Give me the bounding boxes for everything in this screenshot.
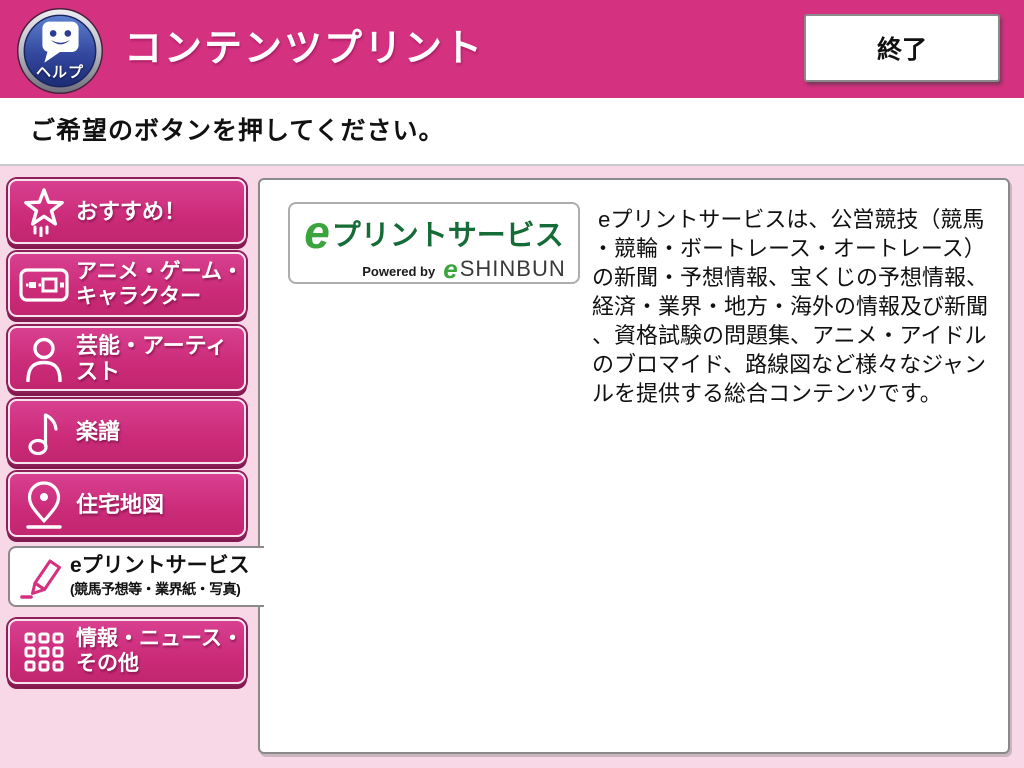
page-title: コンテンツプリント: [124, 0, 484, 98]
person-icon: [18, 336, 70, 382]
sidebar-item-info-news-other[interactable]: 情報・ニュース・ その他: [8, 619, 246, 684]
help-button[interactable]: ヘルプ: [16, 7, 104, 95]
star-icon: [18, 187, 70, 237]
logo-service-name: プリントサービス: [332, 222, 564, 251]
grid-icon: [18, 631, 70, 673]
sidebar-item-anime-game-character[interactable]: アニメ・ゲーム・ キャラクター: [8, 252, 246, 317]
sidebar-item-recommended[interactable]: おすすめ！: [8, 179, 246, 244]
sidebar-item-label: 情報・ニュース・ その他: [76, 627, 243, 675]
map-pin-icon: [18, 480, 70, 530]
pencil-icon: [16, 553, 66, 601]
sidebar-item-sublabel: (競馬予想等・業界紙・写真): [70, 579, 250, 599]
sidebar-item-label: 芸能・アーティスト: [76, 333, 244, 384]
sidebar-item-sheet-music[interactable]: 楽譜: [8, 399, 246, 464]
help-button-label: ヘルプ: [16, 61, 104, 82]
sidebar-item-entertainment-artist[interactable]: 芸能・アーティスト: [8, 326, 246, 391]
service-description: eプリントサービスは、公営競技（競馬・競輪・ボートレース・オートレース）の新聞・…: [592, 205, 992, 408]
sidebar-item-residential-map[interactable]: 住宅地図: [8, 472, 246, 537]
brand-name: SHINBUN: [460, 258, 566, 280]
music-note-icon: [18, 408, 70, 456]
exit-button[interactable]: 終了: [804, 14, 1000, 82]
sidebar-item-label: アニメ・ゲーム・ キャラクター: [76, 260, 243, 308]
kiosk-screen: ヘルプ コンテンツプリント 終了 ご希望のボタンを押してください。 e プリント…: [0, 0, 1024, 768]
header-bar: ヘルプ コンテンツプリント 終了: [0, 0, 1024, 98]
instruction-text: ご希望のボタンを押してください。: [30, 98, 445, 164]
logo-powered-row: Powered by e SHINBUN: [362, 254, 565, 280]
game-controller-icon: [18, 268, 70, 302]
sidebar-item-label: 楽譜: [76, 419, 120, 444]
sidebar-item-eprint-service-selected[interactable]: eプリントサービス (競馬予想等・業界紙・写真): [8, 546, 264, 607]
logo-e-mark: e: [304, 209, 330, 255]
sidebar-item-label: eプリントサービス: [70, 554, 250, 578]
sidebar-item-text: eプリントサービス (競馬予想等・業界紙・写真): [70, 554, 250, 598]
brand-e-mark: e: [443, 256, 457, 282]
content-panel: e プリントサービス Powered by e SHINBUN eプリントサービ…: [258, 178, 1010, 754]
logo-title-row: e プリントサービス: [304, 206, 564, 252]
powered-by-label: Powered by: [362, 265, 435, 278]
instruction-bar: ご希望のボタンを押してください。: [0, 98, 1024, 166]
sidebar-item-label: おすすめ！: [76, 199, 186, 224]
sidebar-item-label: 住宅地図: [76, 492, 164, 517]
eprint-service-logo: e プリントサービス Powered by e SHINBUN: [288, 202, 580, 284]
